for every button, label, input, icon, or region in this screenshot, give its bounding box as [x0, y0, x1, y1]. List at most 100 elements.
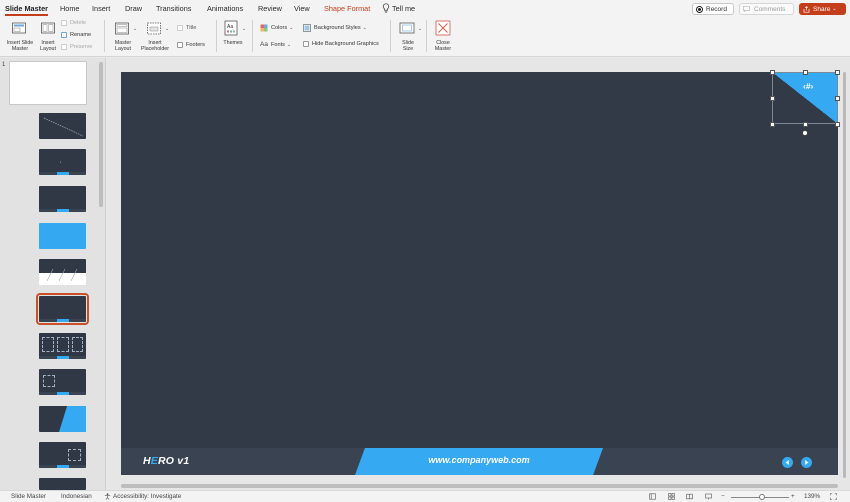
- zoom-out-button[interactable]: −: [721, 493, 725, 500]
- slide-sorter-icon[interactable]: [668, 493, 675, 500]
- chevron-down-icon[interactable]: ⌄: [418, 26, 422, 32]
- colors-dropdown[interactable]: Colors ⌄: [260, 24, 293, 32]
- rename-icon: [61, 32, 67, 38]
- thumbnail-layout-6-selected[interactable]: [36, 293, 89, 325]
- tell-me-search[interactable]: Tell me: [392, 4, 415, 13]
- resize-handle-b[interactable]: [803, 122, 808, 127]
- slide-size-icon[interactable]: [399, 21, 415, 35]
- tab-animations[interactable]: Animations: [207, 4, 243, 13]
- resize-handle-l[interactable]: [770, 96, 775, 101]
- logo-prefix: H: [143, 455, 151, 467]
- next-arrow-icon[interactable]: [801, 457, 812, 468]
- master-slide-number: 1: [2, 62, 6, 68]
- tab-draw[interactable]: Draw: [125, 4, 142, 13]
- thumbnail-layout-11[interactable]: [39, 478, 86, 490]
- preserve-button[interactable]: Preserve: [61, 44, 92, 50]
- resize-handle-tr[interactable]: [835, 70, 840, 75]
- thumbnail-layout-10[interactable]: [39, 442, 86, 468]
- slideshow-icon[interactable]: [705, 493, 712, 500]
- thumbnail-layout-3[interactable]: [39, 186, 86, 212]
- resize-handle-tl[interactable]: [770, 70, 775, 75]
- fonts-dropdown[interactable]: Aa Fonts ⌄: [260, 41, 291, 48]
- rotate-handle-icon[interactable]: [802, 130, 808, 136]
- master-layout-button[interactable]: Master Layout: [111, 40, 135, 52]
- record-label: Record: [706, 5, 727, 13]
- reading-view-icon[interactable]: [686, 493, 693, 500]
- ribbon-toolbar: Insert Slide Master Insert Layout Delete R…: [0, 17, 850, 57]
- close-master-icon[interactable]: [435, 20, 451, 36]
- vertical-scrollbar[interactable]: [843, 72, 846, 478]
- record-button[interactable]: Record: [692, 3, 734, 15]
- footers-checkbox[interactable]: Footers: [177, 42, 205, 48]
- normal-view-icon[interactable]: [649, 493, 656, 500]
- tab-insert[interactable]: Insert: [92, 4, 110, 13]
- fonts-icon: Aa: [260, 41, 268, 48]
- thumbnail-layout-7[interactable]: [39, 333, 86, 359]
- chevron-down-icon: ⌄: [832, 6, 837, 12]
- fit-slide-icon[interactable]: [830, 493, 837, 500]
- slide-layout[interactable]: HERO v1 www.companyweb.com ‹#›: [121, 70, 840, 475]
- insert-slide-master-button[interactable]: Insert Slide Master: [3, 40, 37, 52]
- thumbnail-layout-4[interactable]: [39, 223, 86, 249]
- comments-label: Comments: [754, 5, 786, 13]
- master-layout-icon[interactable]: [114, 21, 130, 37]
- chevron-down-icon[interactable]: ⌄: [242, 26, 246, 32]
- website-text[interactable]: www.companyweb.com: [355, 455, 603, 465]
- tab-shape-format[interactable]: Shape Format: [324, 4, 370, 13]
- thumbnail-layout-title[interactable]: [39, 113, 86, 139]
- insert-placeholder-icon[interactable]: [146, 21, 162, 37]
- prev-arrow-icon[interactable]: [782, 457, 793, 468]
- comment-icon: [743, 6, 750, 12]
- status-language[interactable]: Indonesian: [61, 493, 92, 500]
- insert-slide-master-icon[interactable]: [11, 21, 27, 37]
- insert-placeholder-button[interactable]: Insert Placeholder: [138, 40, 172, 52]
- thumbnail-layout-2[interactable]: ▪: [39, 149, 86, 175]
- resize-handle-t[interactable]: [803, 70, 808, 75]
- slide-size-label-2: Size: [402, 46, 414, 52]
- placeholder-box: [57, 337, 69, 352]
- themes-button[interactable]: Themes: [220, 40, 246, 46]
- zoom-slider-thumb[interactable]: [759, 494, 765, 500]
- thumbnail-layout-8[interactable]: [39, 369, 86, 395]
- accessibility-icon: [104, 493, 111, 500]
- hide-background-graphics-checkbox[interactable]: Hide Background Graphics: [303, 41, 379, 47]
- tab-transitions[interactable]: Transitions: [156, 4, 191, 13]
- thumbnail-slide-master[interactable]: [9, 61, 87, 105]
- preserve-label: Preserve: [70, 44, 93, 50]
- tab-view[interactable]: View: [294, 4, 310, 13]
- tab-slide-master[interactable]: Slide Master: [5, 4, 48, 16]
- comments-button[interactable]: Comments: [739, 3, 794, 15]
- zoom-in-button[interactable]: +: [791, 493, 795, 500]
- logo-text[interactable]: HERO v1: [143, 455, 189, 467]
- zoom-percentage[interactable]: 139%: [804, 493, 820, 500]
- insert-placeholder-label-2: Placeholder: [141, 46, 169, 52]
- chevron-down-icon: ⌄: [362, 25, 367, 31]
- slide-size-button[interactable]: Slide Size: [398, 40, 418, 52]
- share-button[interactable]: Share ⌄: [799, 3, 846, 15]
- close-master-button[interactable]: Close Master: [432, 40, 454, 52]
- thumbnail-scrollbar[interactable]: [99, 62, 103, 207]
- status-accessibility[interactable]: Accessibility: Investigate: [113, 493, 181, 500]
- background-styles-icon: [303, 24, 311, 32]
- chevron-down-icon[interactable]: ⌄: [165, 26, 169, 32]
- rename-button[interactable]: Rename: [61, 32, 91, 38]
- resize-handle-br[interactable]: [835, 122, 840, 127]
- delete-button[interactable]: Delete: [61, 20, 86, 26]
- tab-review[interactable]: Review: [258, 4, 282, 13]
- resize-handle-bl[interactable]: [770, 122, 775, 127]
- resize-handle-r[interactable]: [835, 96, 840, 101]
- horizontal-scrollbar[interactable]: [121, 484, 838, 488]
- background-styles-label: Background Styles: [314, 25, 361, 31]
- chevron-down-icon[interactable]: ⌄: [133, 26, 137, 32]
- themes-icon[interactable]: Aa: [224, 20, 238, 36]
- thumbnail-layout-5[interactable]: [39, 259, 86, 285]
- tab-home[interactable]: Home: [60, 4, 79, 13]
- title-checkbox[interactable]: Title: [177, 25, 196, 31]
- background-styles-dropdown[interactable]: Background Styles ⌄: [303, 24, 367, 32]
- insert-layout-icon[interactable]: [40, 21, 56, 37]
- lightbulb-icon: [382, 3, 390, 13]
- thumbnail-layout-9[interactable]: [39, 406, 86, 432]
- insert-layout-button[interactable]: Insert Layout: [36, 40, 60, 52]
- status-bar: Slide Master Indonesian Accessibility: I…: [0, 490, 850, 502]
- insert-slide-master-label-2: Master: [11, 46, 29, 52]
